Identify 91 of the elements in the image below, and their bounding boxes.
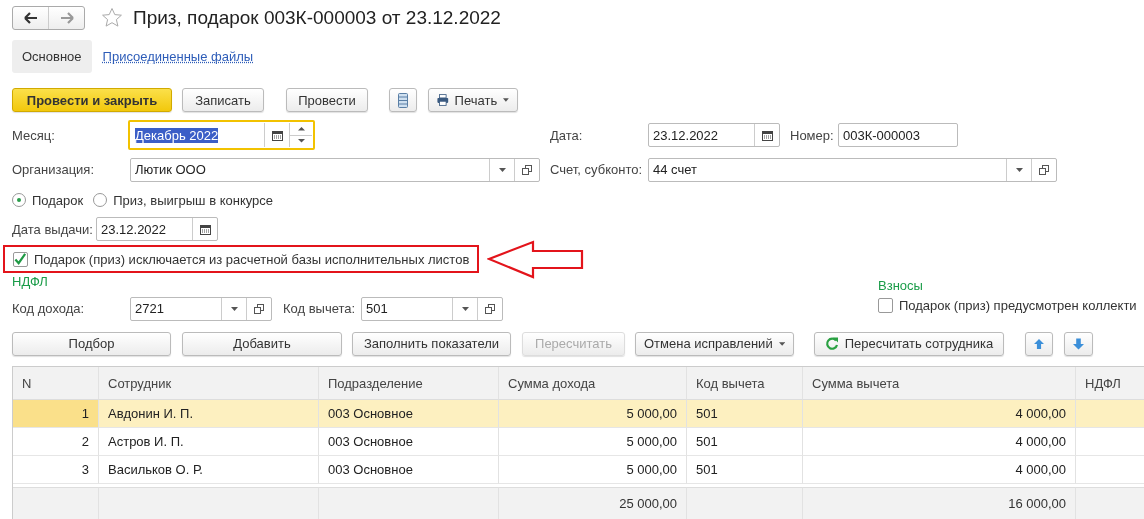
income-code-field[interactable]: 2721 [130,296,272,321]
down-arrow-icon [1073,337,1084,350]
dropdown-caret-icon [230,306,238,311]
number-field[interactable]: 003К-000003 [838,123,958,147]
organization-field[interactable]: Лютик ООО [130,157,540,182]
spin-down-icon [297,139,305,144]
refresh-icon [824,336,839,351]
tab[interactable]: Основное [12,40,92,73]
table-cell: 501 [687,428,803,456]
caret-icon [778,341,785,346]
move-up-button[interactable] [1025,331,1053,356]
recalculate-button[interactable]: Пересчитать сотрудника [814,331,1004,356]
column-header[interactable]: Сотрудник [99,367,319,400]
checkmark-icon [14,252,27,266]
table-cell: 003 Основное [319,428,499,456]
table-button[interactable]: Добавить [182,331,342,356]
back-arrow-icon [23,12,38,24]
table-cell: Авдонин И. П. [99,400,319,428]
calendar-icon [199,223,211,235]
open-window-icon [1039,164,1049,175]
post-and-close-button[interactable]: Провести и закрыть [12,88,172,112]
table-cell: 5 000,00 [499,456,687,484]
star-icon[interactable] [101,7,123,29]
field-label: Номер: [790,127,835,143]
table-cell: 4 000,00 [803,456,1076,484]
table-cell: 501 [687,456,803,484]
window-title: Приз, подарок 003К-000003 от 23.12.2022 [133,7,501,29]
dropdown-caret-icon [461,306,469,311]
menu-button[interactable]: Отмена исправлений [635,331,794,356]
table-button[interactable]: Заполнить показатели [352,331,511,356]
spin-up-icon [297,126,305,131]
total-cell: 25 000,00 [499,487,687,519]
checkbox[interactable]: Подарок (приз) исключается из расчетной базы исполнительных листов [13,251,470,267]
date-field[interactable]: 23.12.2022 [648,123,780,147]
calendar-icon [761,129,773,141]
account-field[interactable]: 44 счет [648,157,1057,182]
column-header[interactable]: N [13,367,99,400]
caret-icon [503,98,509,102]
column-header[interactable]: НДФЛ [1076,367,1144,400]
move-down-button[interactable] [1064,331,1093,356]
table-cell: 4 000,00 [803,400,1076,428]
table-button[interactable]: Подбор [12,331,171,356]
deduction-code-field[interactable]: 501 [361,296,503,321]
table-cell: 501 [687,400,803,428]
radio-option[interactable]: Подарок [12,192,84,208]
calendar-icon [271,129,283,141]
checkbox[interactable]: Подарок (приз) предусмотрен коллекти [878,298,1137,313]
field-label: Код вычета: [283,301,357,316]
print-menu-button[interactable]: Печать [428,88,518,112]
radio-option[interactable]: Приз, выигрыш в конкурсе [93,192,274,208]
table-cell: Васильков О. Р. [99,456,319,484]
table-cell: 5 000,00 [499,400,687,428]
table-cell: 2 [13,428,99,456]
column-header[interactable]: Подразделение [319,367,499,400]
dropdown-caret-icon [1015,167,1023,172]
column-header[interactable]: Код вычета [687,367,803,400]
table-cell: 3 [13,456,99,484]
field-label: Дата выдачи: [12,221,94,237]
forward-arrow-icon [59,12,74,24]
footer-cell [1076,487,1144,519]
total-cell: 16 000,00 [803,487,1076,519]
table-cell: 4 000,00 [803,428,1076,456]
field-label: Дата: [550,127,584,143]
table-cell: 5 000,00 [499,428,687,456]
table-cell [1076,400,1144,428]
open-window-icon [485,303,495,314]
table-cell: 1 [13,400,99,428]
table-cell: Астров И. П. [99,428,319,456]
section-heading: НДФЛ [12,273,48,290]
up-arrow-icon [1034,337,1044,350]
field-label: Организация: [12,162,96,177]
toolbar-button[interactable]: Записать [182,88,264,112]
toolbar-button[interactable]: Провести [286,88,368,112]
tab-link[interactable]: Присоединенные файлы [102,49,254,64]
open-window-icon [522,164,532,175]
column-header[interactable]: Сумма дохода [499,367,687,400]
printer-icon [437,93,449,107]
dropdown-caret-icon [498,167,506,172]
table-cell: 003 Основное [319,456,499,484]
section-heading: Взносы [878,277,924,294]
field-label: Счет, субконто: [550,162,644,177]
month-field[interactable]: Декабрь 2022 [128,120,315,150]
issue-date-field[interactable]: 23.12.2022 [96,217,218,241]
field-label: Месяц: [12,127,56,143]
table-cell: 003 Основное [319,400,499,428]
list-icon [398,92,408,108]
spin-button[interactable] [289,123,312,147]
list-button[interactable] [389,88,417,112]
open-window-icon [254,303,264,314]
field-label: Код дохода: [12,301,86,316]
column-header[interactable]: Сумма вычета [803,367,1076,400]
